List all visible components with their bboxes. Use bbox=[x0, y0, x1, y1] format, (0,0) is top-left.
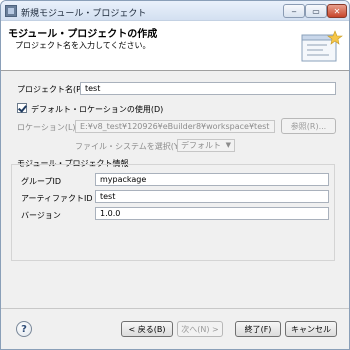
version-input[interactable]: 1.0.0 bbox=[95, 207, 329, 220]
filesystem-label: ファイル・システムを選択(Y): bbox=[75, 142, 185, 151]
finish-button[interactable]: 終了(F) bbox=[235, 321, 281, 337]
location-input[interactable]: E:¥v8_test¥120926¥eBuilder8¥workspace¥te… bbox=[75, 120, 275, 133]
version-label: バージョン bbox=[21, 211, 61, 220]
wizard-window: 新規モジュール・プロジェクト ‒ ▭ ✕ モジュール・プロジェクトの作成 プロジ… bbox=[0, 0, 350, 350]
group-id-input[interactable]: mypackage bbox=[95, 173, 329, 186]
artifact-id-input[interactable]: test bbox=[95, 190, 329, 203]
group-id-label: グループID bbox=[21, 177, 62, 186]
footer-separator bbox=[1, 308, 349, 309]
wizard-banner: モジュール・プロジェクトの作成 プロジェクト名を入力してください。 bbox=[1, 21, 349, 71]
chevron-down-icon: ▼ bbox=[225, 141, 231, 149]
cancel-button[interactable]: キャンセル bbox=[285, 321, 337, 337]
next-button[interactable]: 次へ(N) > bbox=[177, 321, 223, 337]
new-project-wizard-icon bbox=[301, 30, 343, 62]
minimize-button[interactable]: ‒ bbox=[283, 4, 305, 18]
use-default-location-label[interactable]: デフォルト・ロケーションの使用(D) bbox=[31, 104, 163, 115]
artifact-id-label: アーティファクトID bbox=[21, 194, 93, 203]
close-button[interactable]: ✕ bbox=[327, 4, 347, 18]
title-bar[interactable]: 新規モジュール・プロジェクト ‒ ▭ ✕ bbox=[1, 1, 349, 21]
banner-description: プロジェクト名を入力してください。 bbox=[15, 41, 151, 50]
project-name-label: プロジェクト名(P): bbox=[17, 85, 87, 94]
location-label: ロケーション(L): bbox=[17, 123, 79, 132]
filesystem-select[interactable]: デフォルト ▼ bbox=[177, 139, 235, 152]
maximize-button[interactable]: ▭ bbox=[305, 4, 327, 18]
browse-button[interactable]: 参照(R)... bbox=[281, 118, 336, 134]
window-title: 新規モジュール・プロジェクト bbox=[21, 9, 147, 19]
project-name-input[interactable]: test bbox=[80, 82, 336, 95]
back-button[interactable]: < 戻る(B) bbox=[121, 321, 173, 337]
use-default-location-checkbox[interactable] bbox=[17, 103, 27, 113]
app-icon bbox=[5, 5, 17, 17]
filesystem-select-value: デフォルト bbox=[181, 141, 221, 150]
help-icon[interactable]: ? bbox=[16, 321, 32, 337]
banner-title: モジュール・プロジェクトの作成 bbox=[8, 29, 158, 40]
